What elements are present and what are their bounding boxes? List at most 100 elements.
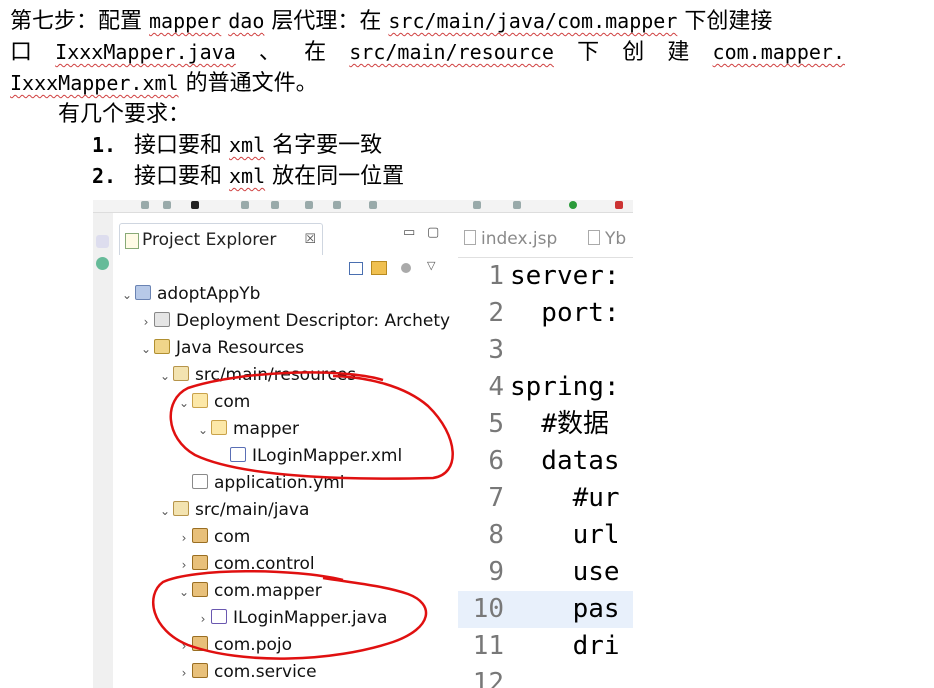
toolbar-icon[interactable]: [369, 201, 377, 209]
link-with-editor-icon[interactable]: [371, 261, 387, 275]
chevron-right-icon[interactable]: ›: [176, 552, 192, 578]
tree-item-label: ILoginMapper.xml: [252, 446, 403, 466]
toolbar-icon[interactable]: [513, 201, 521, 209]
tree-item[interactable]: ⌄ Java Resources: [138, 335, 304, 361]
text-span: 层代理：在: [264, 9, 389, 34]
package-icon: [192, 555, 208, 570]
tree-item-label: mapper: [233, 419, 300, 439]
code-line[interactable]: 1 server:: [458, 258, 633, 295]
code-term: com.mapper.: [712, 40, 845, 64]
toolbar-icon[interactable]: [191, 201, 199, 209]
tree-item[interactable]: › ILoginMapper.java: [195, 605, 388, 632]
code-line[interactable]: 6 datas: [458, 443, 633, 480]
collapse-all-icon[interactable]: [349, 262, 363, 275]
tree-item[interactable]: › Deployment Descriptor: Archety: [138, 308, 451, 335]
chevron-down-icon[interactable]: ⌄: [157, 498, 173, 524]
toolbar-icon[interactable]: [271, 201, 279, 209]
tree-item[interactable]: ⌄ src/main/resources: [157, 362, 356, 388]
tree-item[interactable]: ⌄ com: [176, 389, 250, 415]
tree-item[interactable]: ⌄ adoptAppYb: [119, 281, 260, 307]
tree-item[interactable]: ⌄ src/main/java: [157, 497, 309, 523]
project-explorer-tab[interactable]: Project Explorer ☒: [119, 223, 323, 255]
editor-tab[interactable]: index.jsp: [464, 229, 557, 249]
tree-item[interactable]: › com.pojo: [176, 632, 292, 658]
tree-item-label: src/main/resources: [195, 365, 357, 385]
tree-item-label: com.control: [214, 554, 315, 574]
code-term: IxxxMapper.java: [55, 40, 236, 64]
code-term: IxxxMapper.xml: [10, 71, 179, 95]
line-number: 11: [472, 631, 504, 661]
editor-panel: index.jsp Yb 1 server: 2 port: 3 4 spring: 5 #…: [458, 213, 633, 688]
tree-item[interactable]: ⌄ com.mapper: [176, 578, 322, 604]
requirement-item: 2. 接口要和 xml 放在同一位置: [10, 161, 930, 192]
toolbar-icon[interactable]: [473, 201, 481, 209]
view-menu-icon[interactable]: ▽: [427, 259, 435, 272]
chevron-right-icon[interactable]: ›: [176, 525, 192, 551]
line-number: 10: [472, 594, 504, 624]
line-number: 2: [488, 298, 504, 328]
ide-screenshot: Project Explorer ☒ ▭ ▢ ▽ ⌄ adoptAppYb › Dep…: [93, 200, 633, 688]
chevron-down-icon[interactable]: ⌄: [176, 390, 192, 416]
code-text: spring:: [510, 372, 620, 402]
package-icon: [192, 663, 208, 678]
chevron-right-icon[interactable]: ›: [176, 633, 192, 659]
code-line[interactable]: 7 #ur: [458, 480, 633, 517]
code-line[interactable]: 5 #数据: [458, 406, 633, 443]
editor-tab[interactable]: Yb: [588, 229, 626, 249]
tree-item[interactable]: ILoginMapper.xml: [214, 443, 402, 469]
code-text: use: [510, 557, 620, 587]
tree-item[interactable]: application.yml: [176, 470, 345, 496]
code-line[interactable]: 12: [458, 665, 633, 688]
restore-icon[interactable]: [96, 235, 109, 248]
code-line[interactable]: 11 dri: [458, 628, 633, 665]
chevron-right-icon[interactable]: ›: [138, 309, 154, 335]
code-line[interactable]: 10 pas: [458, 591, 633, 628]
tree-item-label: com.pojo: [214, 635, 293, 655]
chevron-right-icon[interactable]: ›: [176, 660, 192, 686]
run-icon[interactable]: [569, 201, 577, 209]
palette-icon[interactable]: [96, 257, 109, 270]
chevron-down-icon[interactable]: ⌄: [138, 336, 154, 362]
toolbar-icon[interactable]: [163, 201, 171, 209]
toolbar-icon[interactable]: [333, 201, 341, 209]
tree-item[interactable]: › com.service: [176, 659, 317, 685]
tree-item[interactable]: › com.control: [176, 551, 315, 577]
paragraph-line-2: 口 IxxxMapper.java 、 在 src/main/resource …: [10, 37, 845, 68]
requirement-item: 1. 接口要和 xml 名字要一致: [10, 130, 930, 161]
tab-label: Yb: [605, 229, 627, 249]
tree-item[interactable]: ⌄ mapper: [195, 416, 299, 442]
text-span: 放在同一位置: [265, 164, 405, 189]
toolbar-icon[interactable]: [241, 201, 249, 209]
text-span: 在: [304, 40, 327, 65]
line-number: 1: [488, 261, 504, 291]
text-span: 名字要一致: [265, 133, 383, 158]
explorer-toolbar: ▽: [349, 259, 449, 277]
tab-label: index.jsp: [481, 229, 558, 249]
text-span: 第七步：配置: [10, 9, 149, 34]
code-line[interactable]: 8 url: [458, 517, 633, 554]
java-file-icon: [211, 609, 227, 624]
close-icon[interactable]: ☒: [304, 224, 316, 256]
minimize-icon[interactable]: ▭: [403, 225, 415, 240]
chevron-down-icon[interactable]: ⌄: [176, 579, 192, 605]
text-span: 下: [577, 40, 600, 65]
code-text: port:: [510, 298, 620, 328]
code-line[interactable]: 9 use: [458, 554, 633, 591]
code-line[interactable]: 4 spring:: [458, 369, 633, 406]
code-line[interactable]: 2 port:: [458, 295, 633, 332]
toolbar-icon[interactable]: [615, 201, 623, 209]
chevron-down-icon[interactable]: ⌄: [195, 417, 211, 443]
tree-item[interactable]: › com: [176, 524, 251, 551]
code-term: src/main/java/com.mapper: [388, 9, 678, 33]
chevron-right-icon[interactable]: ›: [195, 606, 211, 632]
filter-icon[interactable]: [401, 263, 411, 273]
chevron-down-icon[interactable]: ⌄: [157, 363, 173, 389]
chevron-down-icon[interactable]: ⌄: [119, 282, 135, 308]
line-number: 3: [488, 335, 504, 365]
tab-label: Project Explorer: [142, 230, 277, 250]
text-span: 接口要和: [134, 164, 229, 189]
maximize-icon[interactable]: ▢: [427, 225, 439, 240]
toolbar-icon[interactable]: [141, 201, 149, 209]
toolbar-icon[interactable]: [305, 201, 313, 209]
code-line[interactable]: 3: [458, 332, 633, 369]
